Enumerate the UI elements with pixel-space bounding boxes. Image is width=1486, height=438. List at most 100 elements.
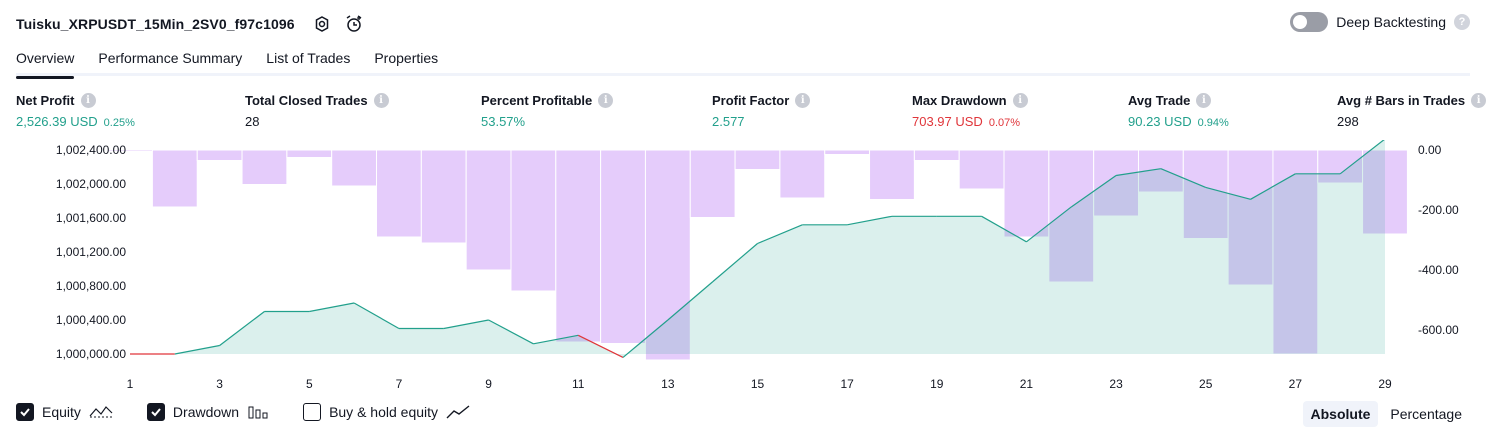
drawdown-bar	[689, 149, 736, 218]
drawdown-bar	[420, 149, 467, 244]
metric-value: 2,526.39 USD	[16, 114, 98, 129]
x-axis-tick-label: 29	[1378, 377, 1392, 391]
left-axis-tick-label: 1,002,400.00	[56, 143, 126, 157]
x-axis-tick-label: 25	[1199, 377, 1213, 391]
scale-switch: Absolute Percentage	[1302, 401, 1471, 427]
drawdown-checkbox[interactable]	[146, 403, 165, 421]
drawdown-bar	[331, 149, 378, 187]
buy-hold-checkbox[interactable]	[303, 403, 322, 421]
alarm-clock-add-icon[interactable]	[343, 13, 365, 35]
strategy-title: Tuisku_XRPUSDT_15Min_2SV0_f97c1096	[16, 16, 295, 32]
x-axis-tick-label: 17	[840, 377, 854, 391]
metric-avg-bars: Avg # Bars in Trades i 298	[1337, 93, 1486, 129]
drawdown-bar	[241, 149, 288, 185]
left-axis: 1,000,000.00 1,000,400.00 1,000,800.00 1,00…	[56, 143, 126, 361]
legend-drawdown-label: Drawdown	[172, 404, 240, 420]
metric-total-closed-trades: Total Closed Trades i 28	[245, 93, 389, 129]
metric-percent: 0.25%	[103, 117, 135, 129]
drawdown-bar	[196, 149, 243, 161]
drawdown-bar	[913, 149, 960, 161]
equity-drawdown-chart[interactable]: 1,000,000.00 1,000,400.00 1,000,800.00 1,00…	[0, 140, 1486, 395]
right-axis: 0.00 -200.00 -400.00 -600.00	[1418, 143, 1459, 337]
drawdown-bar	[779, 149, 826, 199]
drawdown-bar	[958, 149, 1005, 190]
help-icon[interactable]: ?	[1454, 14, 1470, 30]
tab-list-of-trades[interactable]: List of Trades	[266, 44, 350, 76]
metric-profit-factor: Profit Factor i 2.577	[712, 93, 811, 129]
left-axis-tick-label: 1,001,200.00	[56, 245, 126, 259]
drawdown-bar	[286, 149, 333, 158]
info-icon[interactable]: i	[373, 93, 389, 108]
right-axis-tick-label: 0.00	[1418, 143, 1442, 157]
metric-label: Net Profit	[16, 93, 75, 108]
x-axis-tick-label: 1	[127, 377, 134, 391]
left-axis-tick-label: 1,000,800.00	[56, 279, 126, 293]
metric-value: 298	[1337, 114, 1359, 129]
tab-overview[interactable]: Overview	[16, 44, 75, 79]
metric-percent: 0.07%	[988, 117, 1021, 129]
metric-value: 90.23 USD	[1128, 114, 1192, 129]
x-axis-tick-label: 23	[1109, 377, 1123, 391]
right-axis-tick-label: -400.00	[1418, 263, 1459, 277]
legend-equity-label: Equity	[42, 404, 81, 420]
x-axis-tick-label: 5	[306, 377, 313, 391]
metric-label: Avg Trade	[1128, 93, 1191, 108]
metric-label: Avg # Bars in Trades	[1337, 93, 1466, 108]
metric-value: 703.97 USD	[912, 114, 983, 129]
drawdown-bar	[734, 149, 781, 170]
deep-backtesting: Deep Backtesting ?	[1290, 12, 1470, 32]
metric-label: Profit Factor	[712, 93, 790, 108]
equity-checkbox[interactable]	[16, 403, 34, 421]
info-icon[interactable]: i	[598, 93, 614, 108]
info-icon[interactable]: i	[80, 93, 96, 108]
left-axis-tick-label: 1,002,000.00	[56, 177, 126, 191]
metric-net-profit: Net Profit i 2,526.39 USD 0.25%	[16, 93, 135, 129]
legend-drawdown[interactable]: Drawdown	[146, 403, 269, 421]
drawdown-bar	[869, 149, 915, 200]
metric-avg-trade: Avg Trade i 90.23 USD 0.94%	[1128, 93, 1229, 129]
metric-label: Max Drawdown	[912, 93, 1007, 108]
metric-label: Percent Profitable	[481, 93, 593, 108]
x-axis-tick-label: 7	[396, 377, 403, 391]
deep-backtesting-label: Deep Backtesting	[1336, 14, 1446, 30]
report-tabs: Overview Performance Summary List of Tra…	[16, 44, 1470, 79]
tab-performance-summary[interactable]: Performance Summary	[98, 44, 242, 76]
buy-hold-line-icon	[446, 405, 470, 419]
right-axis-tick-label: -200.00	[1418, 203, 1459, 217]
left-axis-tick-label: 1,001,600.00	[56, 211, 126, 225]
metric-percent-profitable: Percent Profitable i 53.57%	[481, 93, 614, 129]
x-axis-tick-label: 11	[572, 377, 585, 391]
deep-backtesting-toggle[interactable]	[1290, 12, 1329, 32]
legend-buy-hold[interactable]: Buy & hold equity	[303, 403, 470, 421]
percentage-button[interactable]: Percentage	[1382, 401, 1470, 427]
info-icon[interactable]: i	[1012, 93, 1028, 108]
drawdown-bar	[151, 149, 198, 208]
x-axis-tick-label: 19	[930, 377, 944, 391]
strategy-header: Tuisku_XRPUSDT_15Min_2SV0_f97c1096	[16, 10, 365, 38]
info-icon[interactable]: i	[795, 93, 811, 108]
drawdown-bar	[510, 149, 557, 292]
info-icon[interactable]: i	[1471, 93, 1486, 108]
info-icon[interactable]: i	[1196, 93, 1212, 108]
absolute-button[interactable]: Absolute	[1302, 401, 1379, 427]
x-axis-tick-label: 13	[661, 377, 675, 391]
settings-gear-icon[interactable]	[311, 13, 333, 35]
x-axis-tick-label: 15	[751, 377, 765, 391]
metric-max-drawdown: Max Drawdown i 703.97 USD 0.07%	[912, 93, 1028, 129]
drawdown-bar	[600, 149, 646, 344]
x-axis-tick-label: 3	[216, 377, 223, 391]
x-axis-tick-label: 9	[485, 377, 492, 391]
metric-value: 53.57%	[481, 114, 526, 129]
left-axis-tick-label: 1,000,000.00	[56, 347, 126, 361]
legend-equity[interactable]: Equity	[16, 403, 113, 421]
drawdown-bar	[376, 149, 422, 238]
tab-properties[interactable]: Properties	[374, 44, 438, 76]
x-axis-tick-label: 21	[1020, 377, 1034, 391]
x-axis: 1 3 5 7 9 11 13 15 17 19 21 23 25 27 29	[127, 377, 1392, 391]
drawdown-bar	[824, 149, 871, 155]
drawdown-bars-icon	[248, 406, 268, 419]
drawdown-bar	[555, 149, 602, 343]
metric-percent: 0.94%	[1197, 117, 1229, 129]
drawdown-bar	[465, 149, 512, 271]
x-axis-tick-label: 27	[1289, 377, 1303, 391]
